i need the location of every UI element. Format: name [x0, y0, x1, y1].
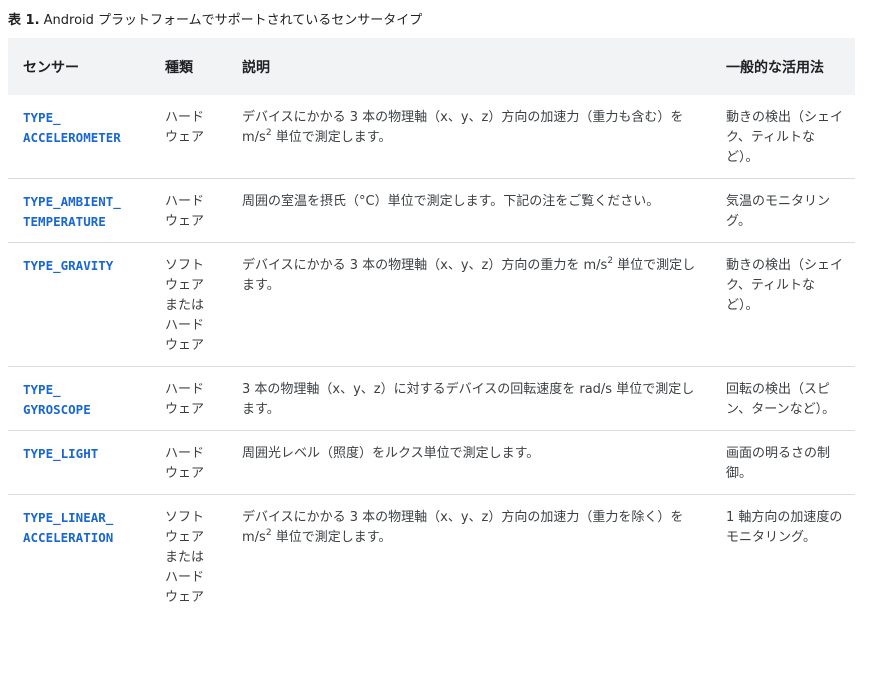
- sensor-name-cell: TYPE_ GYROSCOPE: [8, 366, 150, 431]
- sensor-uses-cell: 1 軸方向の加速度のモニタリング。: [726, 510, 843, 545]
- sensor-description-cell: デバイスにかかる 3 本の物理軸（x、y、z）方向の加速力（重力も含む）を m/…: [227, 95, 712, 179]
- sensor-constant-part: TYPE_AMBIENT_: [23, 194, 121, 209]
- sensor-name-cell: TYPE_LIGHT: [8, 430, 150, 495]
- table-body: TYPE_ ACCELEROMETER ハード ウェア デバイスにかかる 3 本の物理…: [8, 95, 855, 618]
- header-type: 種類: [150, 38, 227, 95]
- sensor-constant-part: ACCELEROMETER: [23, 130, 121, 145]
- sensor-type-cell: ハード ウェア: [150, 430, 227, 495]
- sensor-type-cell: ソフト ウェア または ハード ウェア: [165, 510, 205, 605]
- sensor-name-cell: TYPE_ ACCELEROMETER: [8, 95, 150, 179]
- sensor-description-cell: デバイスにかかる 3 本の物理軸（x、y、z）方向の加速力（重力を除く）を m/…: [227, 495, 712, 619]
- table-row: TYPE_GRAVITY ソフト ウェア または ハード ウェア デバイスにかかる …: [8, 242, 855, 367]
- sensor-type-cell: ハード ウェア: [150, 95, 227, 179]
- sensor-type-cell: ソフト ウェア または ハード ウェア: [150, 242, 227, 367]
- description-text-suffix: 単位で測定します。: [271, 530, 392, 545]
- description-text-suffix: 単位で測定します。: [271, 130, 392, 145]
- sensor-constant-link[interactable]: TYPE_GRAVITY: [23, 256, 142, 276]
- sensor-constant-part: ACCELERATION: [23, 530, 114, 545]
- table-caption-label: 表 1.: [8, 13, 40, 28]
- sensor-types-table: センサー 種類 説明 一般的な活用法 TYPE_ ACCELEROMETER ハード…: [8, 38, 855, 618]
- sensor-description-cell: 周囲の室温を摂氏（°C）単位で測定します。下記の注をご覧ください。: [227, 178, 712, 243]
- table-header-row: センサー 種類 説明 一般的な活用法: [8, 38, 855, 95]
- sensor-type-cell: ハード ウェア: [150, 366, 227, 431]
- sensor-constant-part: TYPE_LINEAR_: [23, 510, 114, 525]
- header-description: 説明: [227, 38, 712, 95]
- description-text: 周囲光レベル（照度）をルクス単位で測定します。: [242, 446, 540, 461]
- table-row: TYPE_AMBIENT_ TEMPERATURE ハード ウェア 周囲の室温を摂氏（…: [8, 178, 855, 243]
- sensor-constant-part: TYPE_: [23, 382, 61, 397]
- sensor-constant-part: TYPE_GRAVITY: [23, 258, 114, 273]
- table-row: TYPE_ ACCELEROMETER ハード ウェア デバイスにかかる 3 本の物理…: [8, 95, 855, 179]
- sensor-constant-part: GYROSCOPE: [23, 402, 91, 417]
- sensor-constant-link[interactable]: TYPE_ ACCELEROMETER: [23, 108, 142, 148]
- sensor-uses-cell: 動きの検出（シェイク、ティルトなど）。: [712, 95, 855, 179]
- table-row: TYPE_LIGHT ハード ウェア 周囲光レベル（照度）をルクス単位で測定します。…: [8, 430, 855, 495]
- sensor-constant-part: TYPE_: [23, 110, 61, 125]
- sensor-constant-part: TYPE_LIGHT: [23, 446, 99, 461]
- table-caption-text: Android プラットフォームでサポートされているセンサータイプ: [39, 13, 423, 28]
- sensor-constant-link[interactable]: TYPE_AMBIENT_ TEMPERATURE: [23, 192, 142, 232]
- sensor-constant-part: TEMPERATURE: [23, 214, 106, 229]
- table-row: TYPE_LINEAR_ ACCELERATION ソフト ウェア または ハード …: [8, 495, 855, 619]
- header-common-uses: 一般的な活用法: [712, 38, 855, 95]
- description-text: 周囲の室温を摂氏（°C）単位で測定します。下記の注をご覧ください。: [242, 194, 660, 209]
- sensor-description-cell: デバイスにかかる 3 本の物理軸（x、y、z）方向の重力を m/s2 単位で測定…: [227, 242, 712, 367]
- header-sensor: センサー: [8, 38, 150, 95]
- sensor-name-cell: TYPE_AMBIENT_ TEMPERATURE: [8, 178, 150, 243]
- table-row: TYPE_ GYROSCOPE ハード ウェア 3 本の物理軸（x、y、z）に対するデ…: [8, 366, 855, 431]
- sensor-uses-cell: 回転の検出（スピン、ターンなど）。: [712, 366, 855, 431]
- sensor-description-cell: 3 本の物理軸（x、y、z）に対するデバイスの回転速度を rad/s 単位で測定…: [227, 366, 712, 431]
- description-text: 3 本の物理軸（x、y、z）に対するデバイスの回転速度を rad/s 単位で測定…: [242, 382, 695, 417]
- sensor-name-cell: TYPE_GRAVITY: [8, 242, 150, 367]
- sensor-name-cell: TYPE_LINEAR_ ACCELERATION: [8, 495, 150, 619]
- sensor-uses-cell: 画面の明るさの制御。: [712, 430, 855, 495]
- sensor-uses-cell: 動きの検出（シェイク、ティルトなど）。: [712, 242, 855, 367]
- sensor-uses-cell: 気温のモニタリング。: [712, 178, 855, 243]
- sensor-type-cell: ハード ウェア: [150, 178, 227, 243]
- table-caption: 表 1. Android プラットフォームでサポートされているセンサータイプ: [8, 12, 422, 30]
- sensor-description-cell: 周囲光レベル（照度）をルクス単位で測定します。: [227, 430, 712, 495]
- sensor-constant-link[interactable]: TYPE_LINEAR_ ACCELERATION: [23, 508, 142, 548]
- description-text: デバイスにかかる 3 本の物理軸（x、y、z）方向の重力を m/s: [242, 258, 608, 273]
- sensor-constant-link[interactable]: TYPE_ GYROSCOPE: [23, 380, 142, 420]
- sensor-constant-link[interactable]: TYPE_LIGHT: [23, 444, 142, 464]
